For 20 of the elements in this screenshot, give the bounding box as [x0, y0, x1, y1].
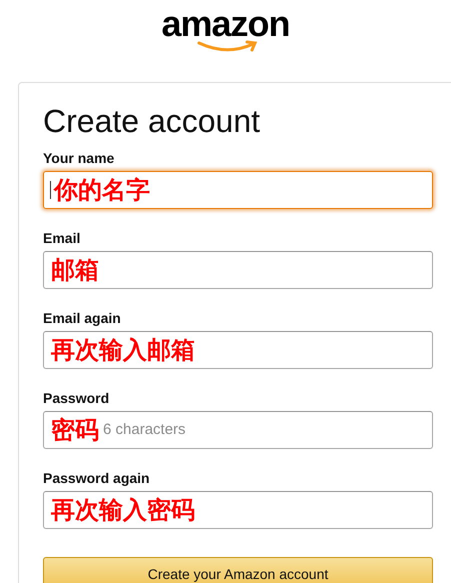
- create-account-button[interactable]: Create your Amazon account: [43, 557, 433, 583]
- logo: amazon: [161, 6, 290, 42]
- annotation-text: 你的名字: [54, 176, 150, 204]
- annotation-text: 密码: [51, 416, 99, 444]
- text-cursor-icon: [50, 181, 51, 199]
- field-label: Email: [43, 229, 82, 247]
- field-label: Password again: [43, 469, 151, 487]
- page-title: Create account: [43, 102, 262, 141]
- input-field[interactable]: 你的名字: [43, 171, 433, 209]
- field-label: Email again: [43, 309, 122, 327]
- annotation-text: 再次输入邮箱: [51, 336, 195, 364]
- field-label: Your name: [43, 149, 116, 167]
- annotation-text: 邮箱: [51, 256, 99, 284]
- placeholder-text: 6 characters: [103, 420, 186, 440]
- annotation-text: 再次输入密码: [51, 496, 195, 524]
- input-field[interactable]: 再次输入邮箱: [43, 331, 433, 369]
- smile-arrow-icon: [197, 40, 260, 54]
- input-field[interactable]: 邮箱: [43, 251, 433, 289]
- input-field[interactable]: 再次输入密码: [43, 491, 433, 529]
- field-label: Password: [43, 389, 110, 407]
